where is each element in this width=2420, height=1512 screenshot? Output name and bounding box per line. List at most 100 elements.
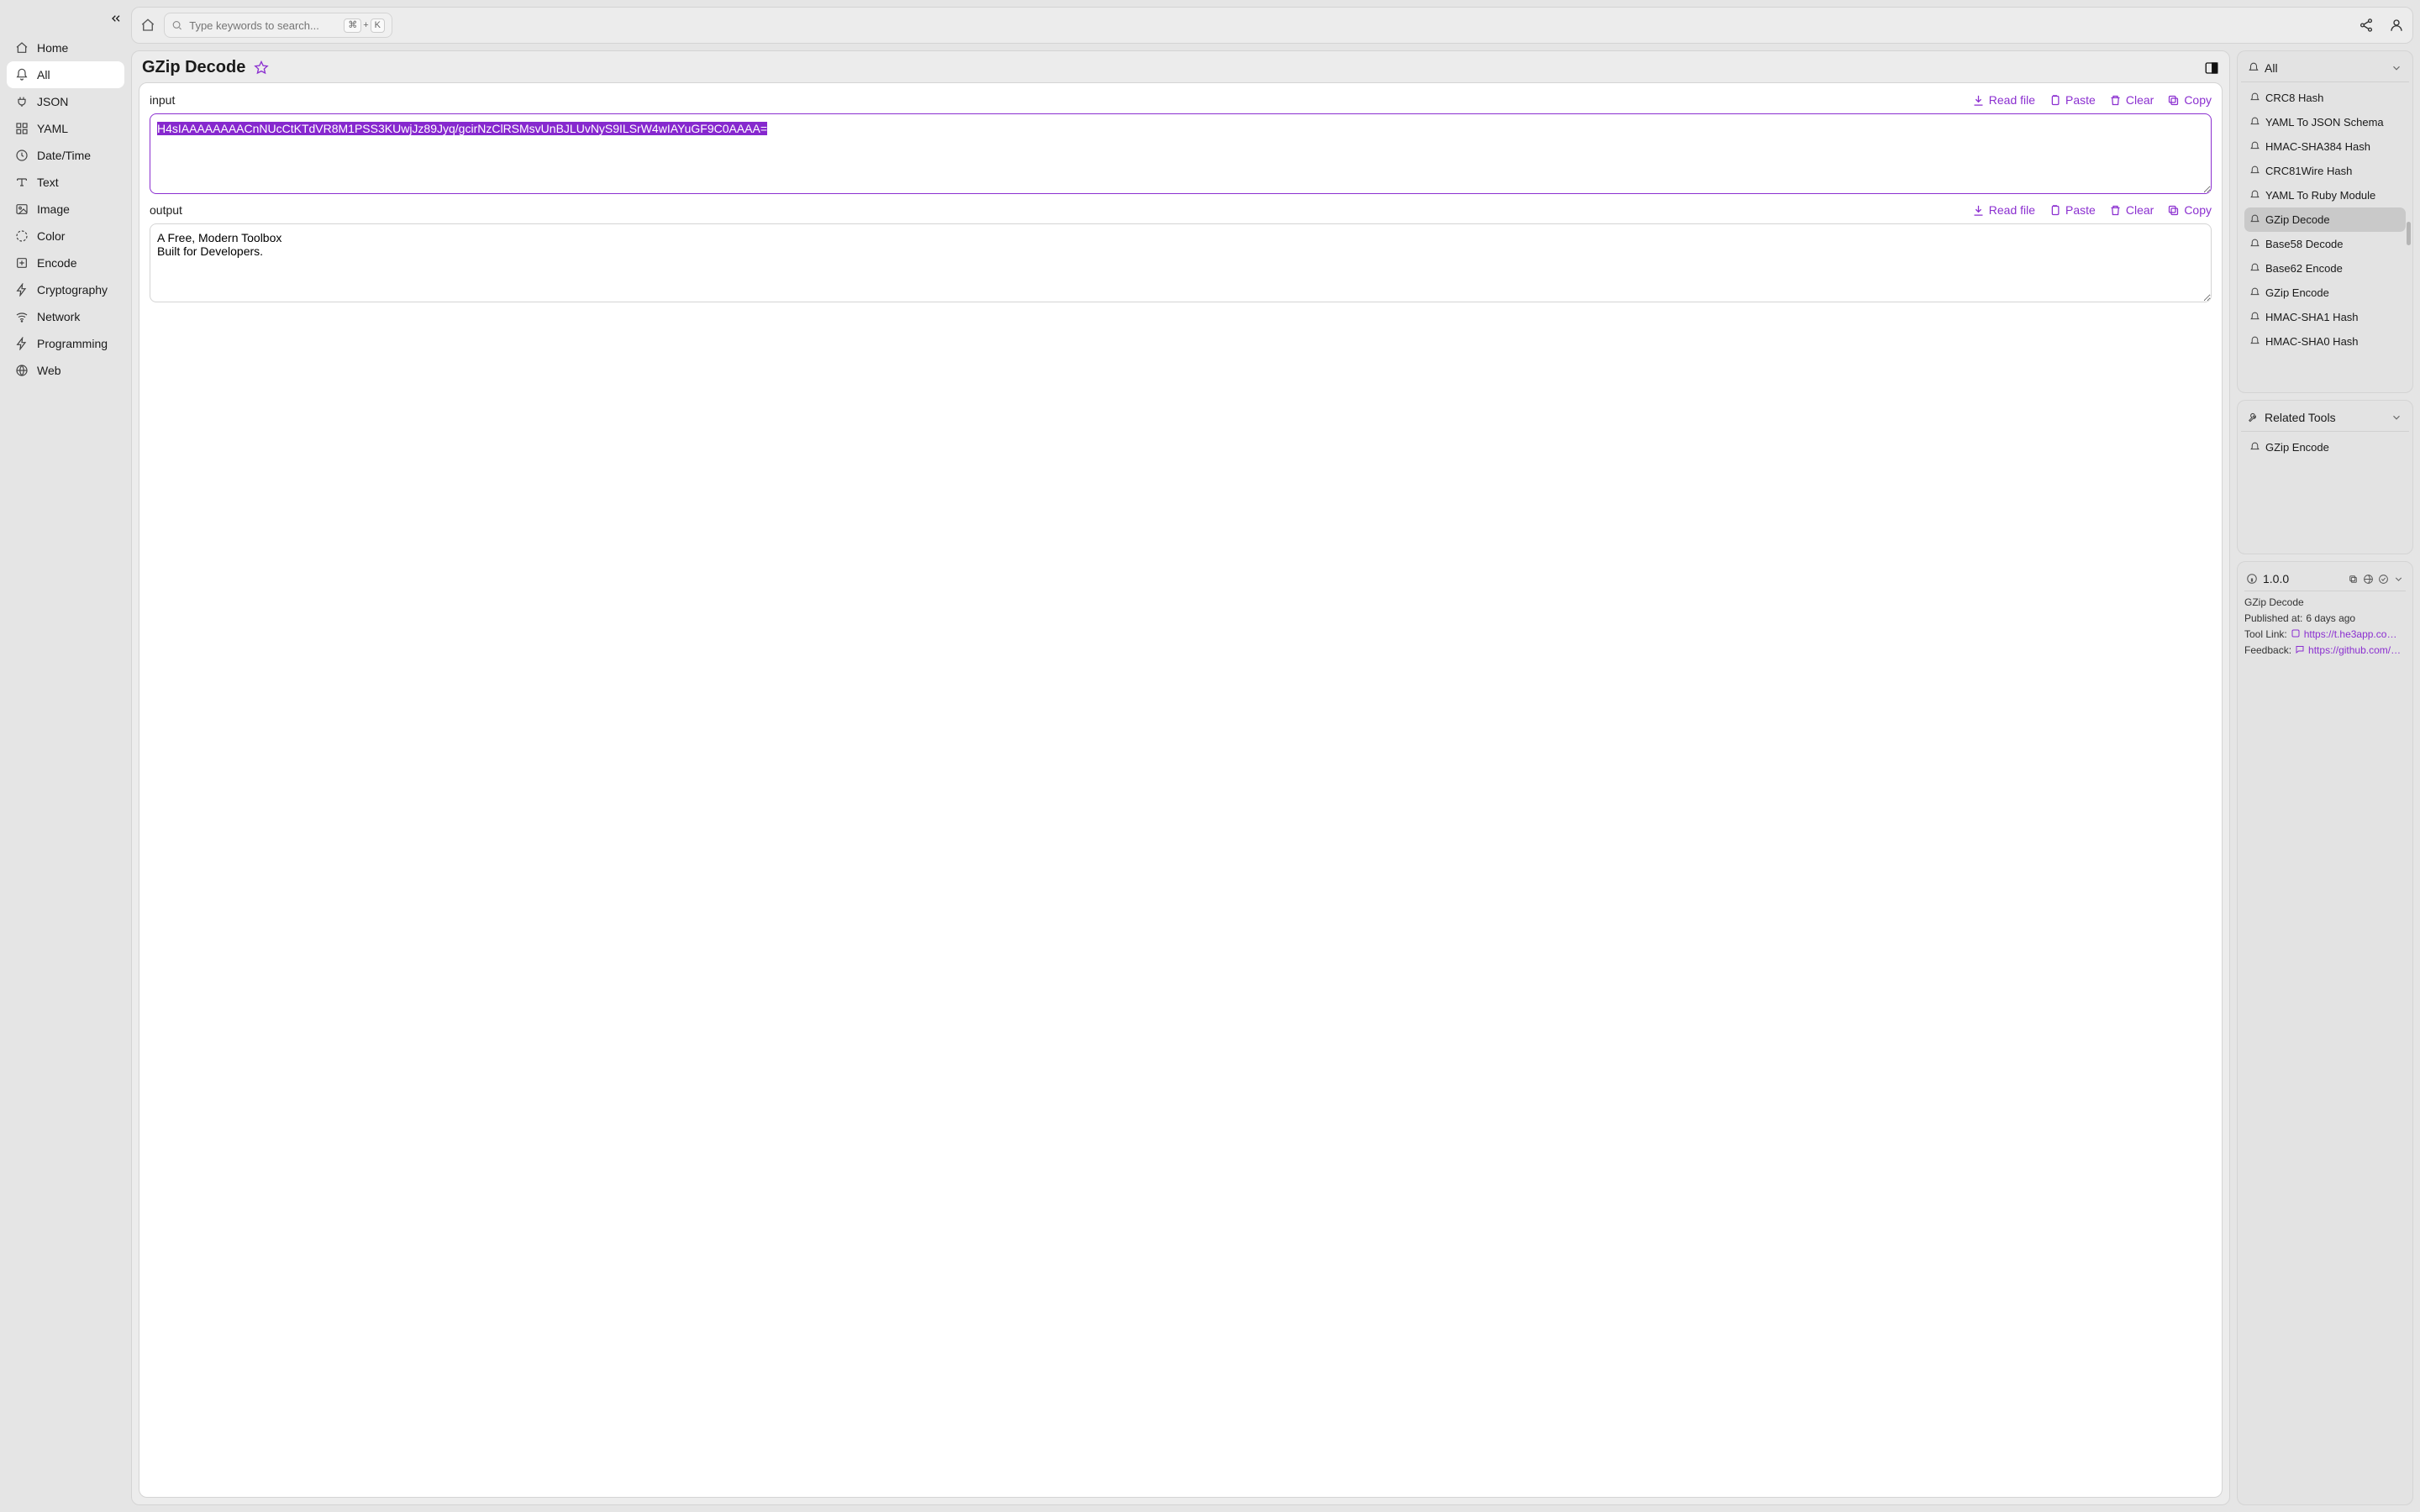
sidebar-item-web[interactable]: Web	[7, 357, 124, 384]
meta-published-label: Published at:	[2244, 612, 2302, 624]
sidebar-item-label: Home	[37, 41, 68, 55]
meta-tool-name: GZip Decode	[2244, 596, 2406, 608]
sidebar-item-label: Text	[37, 176, 59, 189]
output-textarea[interactable]	[150, 223, 2212, 302]
all-tools-card: All CRC8 HashYAML To JSON SchemaHMAC-SHA…	[2237, 50, 2413, 393]
related-tool-item[interactable]: GZip Encode	[2244, 435, 2406, 459]
sidebar-item-programming[interactable]: Programming	[7, 330, 124, 357]
main-panel: GZip Decode input Read file Paste Clear …	[131, 50, 2230, 1505]
clock-icon	[15, 149, 29, 162]
tool-item[interactable]: HMAC-SHA0 Hash	[2244, 329, 2406, 354]
all-tools-header[interactable]: All	[2241, 55, 2409, 82]
sidebar-item-label: YAML	[37, 122, 68, 135]
sidebar-item-yaml[interactable]: YAML	[7, 115, 124, 142]
info-icon	[2246, 573, 2258, 585]
loader-icon	[15, 229, 29, 243]
globe-icon	[15, 364, 29, 377]
search-box[interactable]: ⌘ + K	[164, 13, 392, 38]
meta-tool-link[interactable]: https://t.he3app.co…	[2304, 628, 2397, 640]
tool-item[interactable]: HMAC-SHA384 Hash	[2244, 134, 2406, 159]
wifi-icon	[15, 310, 29, 323]
input-read-file-button[interactable]: Read file	[1972, 93, 2035, 107]
tool-meta-card: 1.0.0 GZip Decode Published at: 6 days a…	[2237, 561, 2413, 1505]
output-read-file-button[interactable]: Read file	[1972, 203, 2035, 217]
sidebar-item-json[interactable]: JSON	[7, 88, 124, 115]
sidebar-item-label: Cryptography	[37, 283, 108, 297]
meta-toollink-label: Tool Link:	[2244, 628, 2287, 640]
input-copy-button[interactable]: Copy	[2167, 93, 2212, 107]
version-text: 1.0.0	[2263, 572, 2289, 585]
tool-item[interactable]: GZip Decode	[2244, 207, 2406, 232]
sidebar-item-encode[interactable]: Encode	[7, 249, 124, 276]
input-paste-button[interactable]: Paste	[2049, 93, 2096, 107]
related-tools-title: Related Tools	[2265, 411, 2336, 424]
meta-feedback-link[interactable]: https://github.com/…	[2308, 644, 2401, 656]
related-tools-list: GZip Encode	[2244, 435, 2406, 459]
sidebar-item-home[interactable]: Home	[7, 34, 124, 61]
sidebar-item-label: Network	[37, 310, 80, 323]
grid-icon	[15, 122, 29, 135]
encode-icon	[15, 256, 29, 270]
wrench-icon	[2248, 412, 2260, 423]
tool-item[interactable]: YAML To JSON Schema	[2244, 110, 2406, 134]
sidebar-item-text[interactable]: Text	[7, 169, 124, 196]
sidebar-item-label: Encode	[37, 256, 76, 270]
page-title: GZip Decode	[142, 58, 245, 77]
tool-item[interactable]: CRC8 Hash	[2244, 86, 2406, 110]
scrollbar-thumb[interactable]	[2407, 222, 2411, 245]
tool-item[interactable]: Base62 Encode	[2244, 256, 2406, 281]
related-tools-header[interactable]: Related Tools	[2241, 404, 2409, 432]
collapse-sidebar-icon[interactable]	[109, 12, 123, 28]
chevron-down-icon	[2391, 62, 2402, 74]
bell-icon	[2248, 62, 2260, 74]
share-icon[interactable]	[2359, 18, 2374, 33]
toggle-right-panel-icon[interactable]	[2204, 60, 2219, 76]
all-tools-title: All	[2265, 61, 2278, 75]
sidebar-item-color[interactable]: Color	[7, 223, 124, 249]
home-button[interactable]	[140, 18, 155, 33]
favorite-star-icon[interactable]	[254, 60, 269, 76]
sidebar-item-label: JSON	[37, 95, 68, 108]
tool-item[interactable]: CRC81Wire Hash	[2244, 159, 2406, 183]
chevron-down-icon	[2391, 412, 2402, 423]
output-clear-button[interactable]: Clear	[2109, 203, 2154, 217]
search-icon	[171, 19, 182, 31]
sidebar-item-image[interactable]: Image	[7, 196, 124, 223]
sidebar-item-cryptography[interactable]: Cryptography	[7, 276, 124, 303]
sidebar-item-label: All	[37, 68, 50, 81]
copy-icon[interactable]	[2348, 574, 2359, 585]
image-icon	[15, 202, 29, 216]
tool-item[interactable]: YAML To Ruby Module	[2244, 183, 2406, 207]
related-tools-card: Related Tools GZip Encode	[2237, 400, 2413, 554]
globe-icon[interactable]	[2363, 574, 2374, 585]
sidebar-item-label: Date/Time	[37, 149, 91, 162]
tool-item[interactable]: Base58 Decode	[2244, 232, 2406, 256]
side-nav: Home All JSON YAML Date/Time Text	[0, 31, 131, 387]
tool-item[interactable]: GZip Encode	[2244, 281, 2406, 305]
bell-icon	[15, 68, 29, 81]
output-label: output	[150, 203, 182, 217]
meta-feedback-label: Feedback:	[2244, 644, 2291, 656]
sidebar-item-label: Color	[37, 229, 65, 243]
right-panel: All CRC8 HashYAML To JSON SchemaHMAC-SHA…	[2237, 50, 2413, 1505]
text-icon	[15, 176, 29, 189]
link-icon	[2291, 628, 2301, 638]
tool-item[interactable]: HMAC-SHA1 Hash	[2244, 305, 2406, 329]
chevron-down-icon[interactable]	[2393, 574, 2404, 585]
input-clear-button[interactable]: Clear	[2109, 93, 2154, 107]
output-copy-button[interactable]: Copy	[2167, 203, 2212, 217]
user-icon[interactable]	[2389, 18, 2404, 33]
input-textarea[interactable]	[150, 113, 2212, 194]
sidebar-item-datetime[interactable]: Date/Time	[7, 142, 124, 169]
bolt-icon	[15, 283, 29, 297]
all-tools-list: CRC8 HashYAML To JSON SchemaHMAC-SHA384 …	[2244, 86, 2406, 354]
plug-icon	[15, 95, 29, 108]
check-circle-icon[interactable]	[2378, 574, 2389, 585]
search-input[interactable]	[187, 18, 339, 33]
bolt-icon	[15, 337, 29, 350]
home-icon	[15, 41, 29, 55]
sidebar-item-network[interactable]: Network	[7, 303, 124, 330]
sidebar-item-all[interactable]: All	[7, 61, 124, 88]
input-label: input	[150, 93, 175, 107]
output-paste-button[interactable]: Paste	[2049, 203, 2096, 217]
